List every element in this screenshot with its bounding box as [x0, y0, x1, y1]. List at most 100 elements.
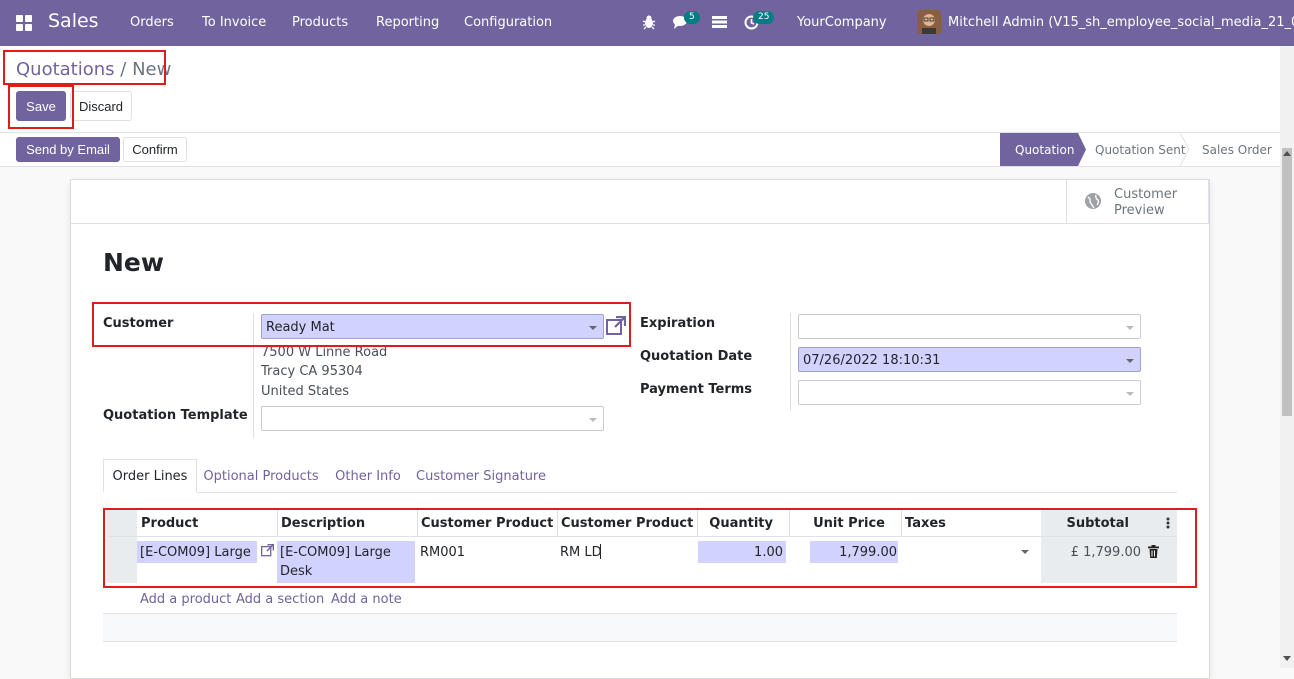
form-title: New: [103, 248, 164, 277]
button-box-right-border: [1208, 180, 1209, 223]
subtotal-value: £ 1,799.00: [1070, 545, 1141, 560]
address-line-2: Tracy CA 95304: [261, 364, 363, 379]
quantity-value: 1.00: [754, 545, 783, 560]
confirm-button[interactable]: Confirm: [123, 137, 187, 162]
button-box-divider: [71, 223, 1209, 224]
table-footer-divider-2: [103, 641, 1177, 642]
address-line-3: United States: [261, 384, 350, 399]
taxes-field[interactable]: [905, 545, 1035, 563]
col-quantity[interactable]: Quantity: [701, 516, 773, 531]
status-sales-order[interactable]: Sales Order: [1202, 133, 1272, 166]
col-product[interactable]: Product: [141, 516, 271, 531]
menu-to-invoice[interactable]: To Invoice: [202, 15, 266, 30]
control-panel: Quotations / New Save Discard: [0, 46, 1280, 133]
quotation-date-value: 07/26/2022 18:10:31: [803, 353, 941, 368]
row-handle-column: [107, 510, 137, 583]
expiration-label: Expiration: [640, 316, 716, 331]
text-cursor: [600, 544, 601, 559]
payment-terms-label: Payment Terms: [640, 382, 753, 397]
status-arrow-active: [1078, 133, 1086, 166]
customer-preview-button[interactable]: Customer Preview: [1114, 187, 1204, 219]
add-product-link[interactable]: Add a product: [140, 592, 231, 607]
col-divider-5: [789, 510, 790, 536]
add-note-link[interactable]: Add a note: [331, 592, 402, 607]
col-customer-product-name[interactable]: Customer Product ...: [561, 516, 693, 531]
expiration-dropdown-icon[interactable]: [1126, 326, 1134, 330]
description-line-1: [E-COM09] Large: [280, 545, 391, 560]
col-unit-price[interactable]: Unit Price: [805, 516, 885, 531]
col-customer-product-code[interactable]: Customer Product ...: [421, 516, 553, 531]
col-divider-1: [277, 510, 278, 536]
company-switcher[interactable]: YourCompany: [797, 15, 887, 30]
right-group-separator: [790, 313, 791, 411]
date-dropdown-icon[interactable]: [1126, 359, 1134, 363]
status-bar-row: Send by Email Confirm Quotation Quotatio…: [0, 133, 1280, 167]
breadcrumb: Quotations / New: [16, 59, 171, 80]
customer-dropdown-icon[interactable]: [589, 326, 597, 330]
menu-orders[interactable]: Orders: [130, 15, 174, 30]
col-description[interactable]: Description: [281, 516, 411, 531]
user-avatar[interactable]: [917, 10, 941, 34]
tab-customer-signature[interactable]: Customer Signature: [415, 459, 547, 493]
col-taxes[interactable]: Taxes: [905, 516, 985, 531]
col-subtotal[interactable]: Subtotal: [1051, 516, 1129, 531]
external-link-icon[interactable]: [606, 315, 627, 340]
activities-count-badge: 25: [753, 11, 775, 24]
breadcrumb-separator: /: [120, 59, 127, 80]
tab-order-lines[interactable]: Order Lines: [103, 459, 197, 493]
status-quotation-sent[interactable]: Quotation Sent: [1095, 133, 1186, 166]
switch-icon[interactable]: [712, 16, 727, 32]
taxes-dropdown-icon[interactable]: [1021, 550, 1029, 554]
app-name[interactable]: Sales: [48, 10, 99, 32]
product-value: [E-COM09] Large D: [140, 545, 255, 560]
col-divider-4: [697, 510, 698, 536]
menu-reporting[interactable]: Reporting: [376, 15, 439, 30]
col-divider-3: [557, 510, 558, 536]
unit-price-value: 1,799.00: [839, 545, 897, 560]
customer-product-name-value[interactable]: RM LD: [560, 545, 602, 560]
terms-dropdown-icon[interactable]: [1126, 392, 1134, 396]
globe-icon: [1084, 192, 1102, 214]
customer-product-code-value[interactable]: RM001: [420, 545, 465, 560]
address-line-1: 7500 W Linne Road: [261, 345, 388, 360]
apps-menu-icon[interactable]: [16, 15, 32, 31]
form-sheet: Customer Preview New Customer Ready Mat …: [70, 179, 1210, 679]
top-navbar: Sales Orders To Invoice Products Reporti…: [0, 0, 1294, 46]
menu-configuration[interactable]: Configuration: [464, 15, 552, 30]
breadcrumb-current: New: [132, 59, 172, 80]
user-menu[interactable]: Mitchell Admin (V15_sh_employee_social_m…: [948, 15, 1294, 30]
expiration-field[interactable]: [798, 314, 1141, 339]
col-divider-6: [901, 510, 902, 536]
payment-terms-field[interactable]: [798, 380, 1141, 405]
optional-columns-icon[interactable]: [1166, 517, 1170, 533]
quotation-date-label: Quotation Date: [640, 349, 753, 364]
add-section-link[interactable]: Add a section: [236, 592, 324, 607]
save-button[interactable]: Save: [16, 91, 66, 121]
tab-optional-products[interactable]: Optional Products: [201, 459, 321, 493]
scroll-down-arrow-icon[interactable]: [1283, 656, 1291, 662]
menu-products[interactable]: Products: [292, 15, 348, 30]
description-line-2: Desk: [280, 564, 313, 579]
header-divider: [107, 536, 1177, 537]
col-divider-2: [417, 510, 418, 536]
customer-label: Customer: [103, 316, 174, 331]
tab-other-info[interactable]: Other Info: [329, 459, 407, 493]
discard-button[interactable]: Discard: [70, 91, 132, 121]
scroll-up-arrow-icon[interactable]: [1283, 150, 1291, 156]
page-scrollbar-thumb[interactable]: [1282, 148, 1292, 416]
messages-count-badge: 5: [684, 11, 700, 24]
quotation-date-field[interactable]: 07/26/2022 18:10:31: [798, 347, 1141, 372]
customer-field[interactable]: Ready Mat: [261, 314, 604, 339]
customer-value: Ready Mat: [266, 320, 335, 335]
status-quotation[interactable]: Quotation: [1000, 133, 1078, 166]
send-by-email-button[interactable]: Send by Email: [16, 137, 120, 162]
bug-icon[interactable]: [642, 14, 656, 34]
table-footer-row: [103, 614, 1177, 641]
breadcrumb-quotations[interactable]: Quotations: [16, 59, 115, 80]
left-group-separator: [253, 313, 254, 438]
status-arrow-divider: [1180, 133, 1190, 166]
product-external-link-icon[interactable]: [261, 543, 275, 561]
trash-icon[interactable]: [1148, 545, 1159, 562]
template-dropdown-icon[interactable]: [589, 418, 597, 422]
quotation-template-field[interactable]: [261, 406, 604, 431]
